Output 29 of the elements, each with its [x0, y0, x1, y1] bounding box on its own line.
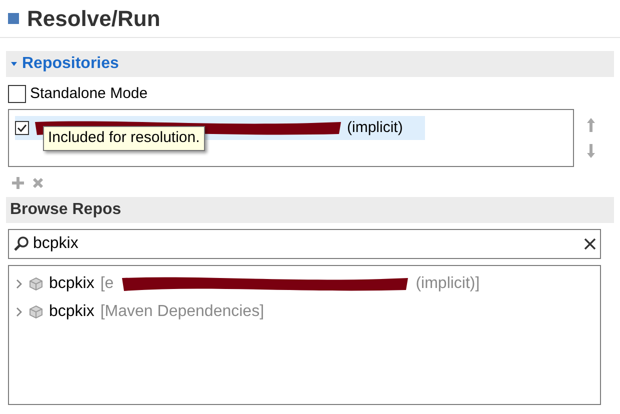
tooltip: Included for resolution.: [43, 126, 205, 150]
bundle-icon: [29, 305, 43, 319]
repository-label: (implicit): [347, 118, 403, 138]
checkbox-label: Standalone Mode: [30, 84, 148, 104]
search-field[interactable]: bcpkix: [8, 229, 601, 259]
bundle-icon: [29, 277, 43, 291]
section-header[interactable]: Repositories: [6, 51, 614, 77]
bundle-name: bcpkix: [49, 274, 94, 294]
repository-source: (implicit)]: [416, 274, 480, 294]
move-up-icon[interactable]: [586, 117, 596, 133]
page-title: Resolve/Run: [27, 5, 160, 33]
tree-item[interactable]: bcpkix [e (implicit)]: [15, 270, 600, 298]
bundle-name: bcpkix: [49, 302, 94, 322]
tree-item[interactable]: bcpkix [Maven Dependencies]: [15, 298, 600, 326]
search-input[interactable]: bcpkix: [33, 232, 580, 256]
expand-chevron-icon[interactable]: [15, 307, 23, 317]
remove-icon[interactable]: [32, 177, 44, 189]
section-title: Browse Repos: [10, 200, 122, 220]
repository-source: [e: [100, 274, 114, 294]
move-down-icon[interactable]: [586, 143, 596, 159]
checkbox[interactable]: [15, 121, 29, 135]
checkbox[interactable]: [8, 85, 26, 103]
title-icon: [8, 13, 19, 24]
clear-icon[interactable]: [584, 238, 596, 250]
add-icon[interactable]: [12, 177, 24, 189]
section-title: Repositories: [22, 54, 119, 74]
expand-chevron-icon[interactable]: [15, 279, 23, 289]
repository-source: [Maven Dependencies]: [100, 302, 264, 322]
search-icon: [13, 236, 29, 252]
